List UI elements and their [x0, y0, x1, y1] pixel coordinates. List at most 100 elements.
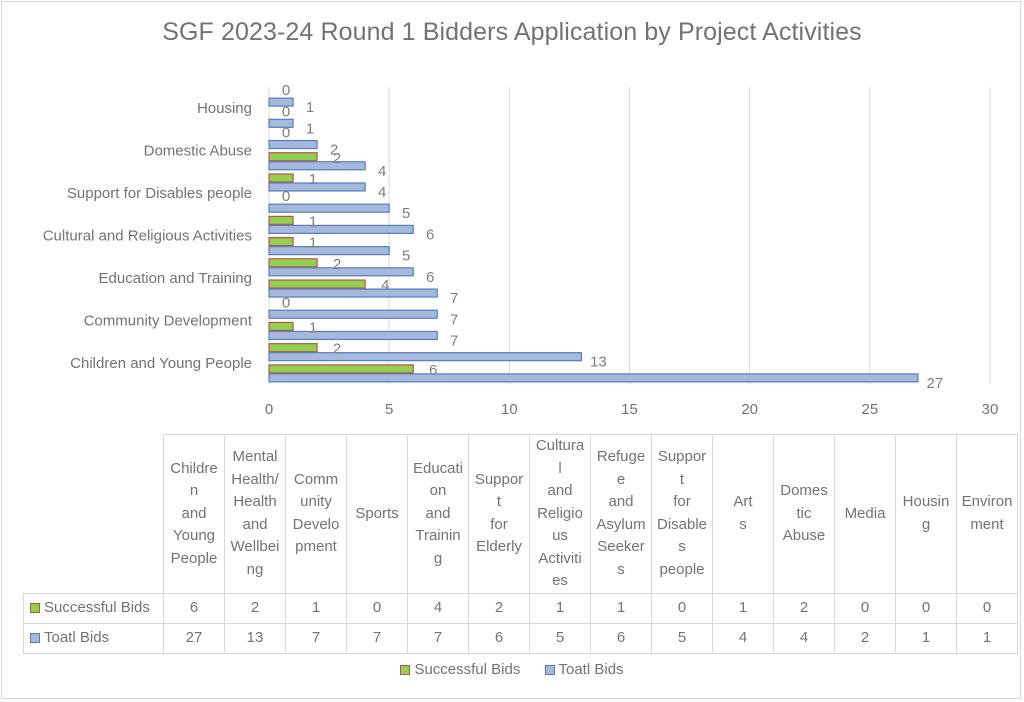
category-axis-labels: Children and Young People Community Devel… — [43, 100, 253, 372]
bar-total — [268, 288, 438, 298]
header-text: n — [189, 482, 199, 499]
x-tick-label: 10 — [501, 401, 518, 418]
header-text: Sports — [355, 504, 399, 522]
data-label-total: 7 — [450, 311, 458, 328]
data-label-total: 13 — [590, 354, 607, 371]
header-text: Art — [733, 493, 753, 511]
category-label: Housing — [197, 100, 252, 117]
bar-total — [268, 373, 919, 383]
data-table-row-successful: Successful Bids 62104211012000 — [23, 592, 1018, 624]
legend-label: Successful Bids — [414, 661, 521, 678]
data-cell-successful: 6 — [163, 592, 225, 624]
data-table-column-header: Suppor t for Elderly — [468, 434, 530, 594]
header-text: pment — [295, 538, 337, 556]
header-text: people — [659, 560, 705, 578]
data-table: Childre n and Young People Mental Health/Healt… — [23, 434, 1018, 654]
data-table-column-header: Cultura l and Religio us Activiti es — [529, 434, 591, 594]
data-table-row-header: Toatl Bids — [23, 622, 164, 654]
data-cell-successful: 0 — [834, 592, 896, 624]
x-tick-label: 5 — [385, 401, 393, 418]
data-cell-successful: 0 — [956, 592, 1018, 624]
data-table-column-header: Comm unity Develo pment — [285, 434, 347, 594]
data-label-successful: 0 — [282, 188, 290, 205]
data-cell-successful: 0 — [651, 592, 713, 624]
data-label-successful: 1 — [309, 235, 317, 252]
header-text: Suppor — [657, 448, 707, 466]
data-table-column-header: Domes tic Abuse — [773, 434, 835, 594]
bar-chart-plot: Children and Young People Community Devel… — [43, 82, 999, 418]
header-text: Trainin — [415, 527, 461, 544]
data-table-header-row: Childre n and Young People Mental Health/Healt… — [23, 434, 1018, 594]
header-text: Health — [233, 493, 277, 511]
data-label-successful: 0 — [282, 294, 290, 311]
data-label-successful: 1 — [309, 213, 317, 230]
data-cell-total: 5 — [529, 622, 591, 654]
data-label-total: 6 — [426, 226, 434, 243]
data-table-column-header: Art s — [712, 434, 774, 594]
data-cell-total: 2 — [834, 622, 896, 654]
bar-total — [268, 203, 390, 213]
data-labels: 627213170747261516051424020101 — [282, 82, 943, 392]
data-table-row-total: Toatl Bids 27 13 7 7 7 6 5 6 5 4 4 2 1 1 — [23, 622, 1018, 654]
header-text: e — [616, 470, 626, 488]
data-label-total: 7 — [450, 290, 458, 307]
bar-successful — [268, 364, 414, 374]
data-label-successful: 4 — [381, 277, 389, 294]
bar-total — [268, 246, 390, 256]
data-cell-total: 1 — [895, 622, 957, 654]
header-text: Develo — [292, 515, 340, 533]
data-table-corner — [23, 434, 164, 594]
bar-total — [268, 224, 414, 234]
data-label-successful: 0 — [282, 103, 290, 120]
header-text: Health/ — [231, 470, 279, 488]
bar-total — [268, 352, 583, 362]
bar-successful — [268, 343, 318, 353]
header-text: on — [429, 482, 447, 499]
header-text: unity — [300, 493, 332, 511]
row-label: Toatl Bids — [44, 628, 110, 646]
bar-successful — [268, 258, 318, 268]
header-text: for — [490, 515, 508, 533]
data-label-successful: 0 — [282, 125, 290, 142]
data-table-column-header: Mental Health/Health and Wellbei ng — [224, 434, 286, 594]
data-cell-total: 5 — [651, 622, 713, 654]
data-label-successful: 1 — [309, 319, 317, 336]
legend-item-successful[interactable]: Successful Bids — [400, 661, 520, 678]
data-label-total: 7 — [450, 332, 458, 349]
bar-total — [268, 139, 318, 150]
category-label: Support for Disables people — [67, 185, 252, 202]
data-label-total: 5 — [402, 248, 410, 265]
data-label-total: 4 — [378, 184, 386, 201]
bar-successful — [268, 152, 318, 162]
data-label-successful: 2 — [333, 256, 341, 273]
header-text: and — [242, 515, 268, 533]
header-text: s — [617, 560, 625, 578]
data-cell-successful: 4 — [407, 592, 469, 624]
header-text: Abuse — [782, 527, 826, 544]
data-label-total: 4 — [378, 163, 386, 180]
data-cell-successful: 2 — [773, 592, 835, 624]
data-cell-successful: 1 — [590, 592, 652, 624]
category-label: Cultural and Religious Activities — [43, 228, 252, 245]
data-table-row-header: Successful Bids — [23, 592, 164, 624]
data-table-column-header: Housin g — [895, 434, 957, 594]
data-cell-total: 4 — [773, 622, 835, 654]
data-cell-successful: 0 — [346, 592, 408, 624]
data-label-successful: 1 — [309, 171, 317, 188]
data-label-successful: 6 — [429, 362, 437, 379]
data-label-total: 27 — [927, 375, 944, 392]
legend-item-total[interactable]: Toatl Bids — [544, 661, 624, 678]
data-cell-total: 7 — [407, 622, 469, 654]
header-text: Religio — [537, 504, 583, 522]
data-cell-total: 6 — [590, 622, 652, 654]
header-text: Seeker — [597, 538, 645, 556]
x-tick-label: 25 — [861, 401, 878, 418]
header-text: Cultura — [535, 437, 585, 454]
data-table-column-header: Environ ment — [956, 434, 1018, 594]
header-text: g — [921, 515, 931, 533]
header-text: and — [547, 482, 573, 499]
header-text: Refuge — [596, 448, 646, 466]
header-text: s — [678, 538, 686, 556]
x-tick-label: 20 — [741, 401, 758, 418]
data-cell-total: 1 — [956, 622, 1018, 654]
